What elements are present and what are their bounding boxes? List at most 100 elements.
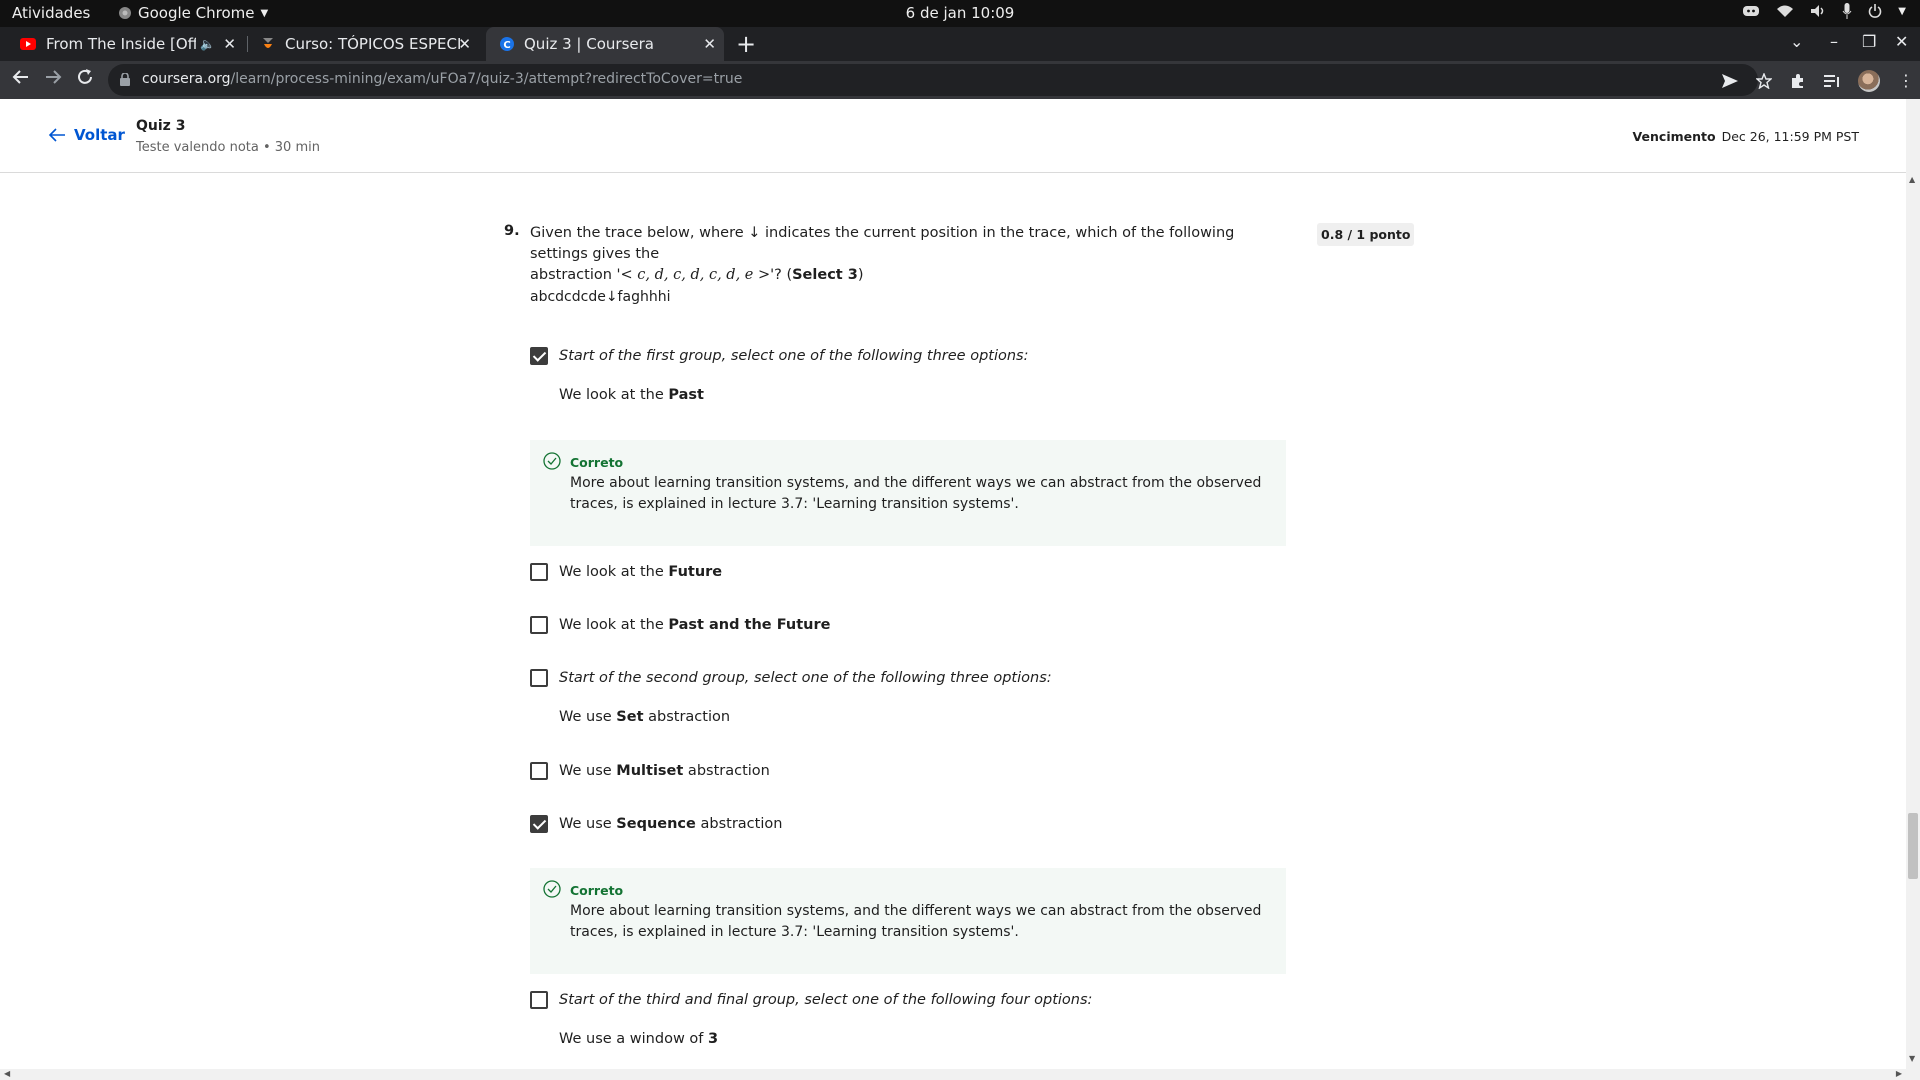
option-group3-start[interactable]: Start of the third and final group, sele… xyxy=(530,991,1092,1009)
vertical-scrollbar[interactable]: ▲ ▼ xyxy=(1906,99,1920,1069)
option-future[interactable]: We look at the Future xyxy=(530,563,722,581)
profile-avatar[interactable] xyxy=(1858,70,1880,92)
scroll-left-icon[interactable]: ◀ xyxy=(4,1069,10,1078)
quiz-header: Voltar Quiz 3 Teste valendo nota • 30 mi… xyxy=(0,99,1906,173)
checkbox-checked[interactable] xyxy=(530,347,548,365)
tab-title: From The Inside [Offici xyxy=(46,35,196,53)
option-keyword: Past xyxy=(668,387,704,403)
question-text-fragment: ) xyxy=(857,267,864,283)
system-tray[interactable]: ▼ xyxy=(1742,3,1906,19)
tab-coursera[interactable]: C Quiz 3 | Coursera ✕ xyxy=(486,27,724,61)
wifi-icon xyxy=(1777,5,1794,17)
audio-playing-icon[interactable]: 🔈 xyxy=(200,37,215,51)
question-number: 9. xyxy=(504,223,520,239)
clock[interactable]: 6 de jan 10:09 xyxy=(0,4,1920,22)
reload-icon[interactable] xyxy=(76,68,94,86)
scrollbar-thumb[interactable] xyxy=(1908,813,1918,879)
system-top-bar: Atividades Google Chrome ▼ 6 de jan 10:0… xyxy=(0,0,1920,27)
address-bar[interactable]: coursera.org/learn/process-mining/exam/u… xyxy=(108,64,1758,96)
option-text-fragment: abstraction xyxy=(643,709,731,725)
svg-text:C: C xyxy=(503,40,510,51)
close-tab-icon[interactable]: ✕ xyxy=(458,35,471,53)
option-text-fragment: We use xyxy=(559,709,617,725)
tab-youtube[interactable]: From The Inside [Offici 🔈 ✕ xyxy=(6,27,244,61)
discord-icon[interactable] xyxy=(1742,4,1760,18)
option-label: We use Sequence abstraction xyxy=(559,816,782,832)
quiz-title: Quiz 3 xyxy=(136,118,186,134)
back-arrow-icon[interactable] xyxy=(12,68,30,86)
horizontal-scrollbar[interactable]: ◀ ▶ xyxy=(0,1069,1920,1080)
abstraction-formula: < c, d, c, d, c, d, e > xyxy=(620,267,771,283)
restore-icon[interactable]: ❐ xyxy=(1862,32,1876,51)
checkbox-unchecked[interactable] xyxy=(530,616,548,634)
close-tab-icon[interactable]: ✕ xyxy=(703,35,716,53)
option-keyword: 3 xyxy=(708,1031,719,1047)
forward-arrow-icon[interactable] xyxy=(44,68,62,86)
option-keyword: Past and the Future xyxy=(668,617,831,633)
moodle-icon xyxy=(263,38,273,48)
option-multiset[interactable]: We use Multiset abstraction xyxy=(530,762,770,780)
checkbox-unchecked[interactable] xyxy=(530,669,548,687)
due-value: Dec 26, 11:59 PM PST xyxy=(1721,129,1859,144)
trace-text: abcdcdcde↓faghhhi xyxy=(530,289,671,305)
url-path: /learn/process-mining/exam/uFOa7/quiz-3/… xyxy=(230,71,743,87)
option-label: Start of the first group, select one of … xyxy=(559,348,1029,364)
checkbox-unchecked[interactable] xyxy=(530,762,548,780)
option-group1-start[interactable]: Start of the first group, select one of … xyxy=(530,347,1029,365)
option-past-text: We look at the Past xyxy=(559,387,704,403)
minimize-icon[interactable]: – xyxy=(1830,32,1838,51)
arrow-left-icon xyxy=(48,128,65,142)
caret-down-icon: ▼ xyxy=(1898,5,1906,17)
option-label: Start of the second group, select one of… xyxy=(559,670,1052,686)
microphone-icon xyxy=(1842,3,1852,19)
option-past-and-future[interactable]: We look at the Past and the Future xyxy=(530,616,830,634)
tab-strip: From The Inside [Offici 🔈 ✕ Curso: TÓPIC… xyxy=(0,27,1920,61)
option-label: We look at the Future xyxy=(559,564,722,580)
checkbox-unchecked[interactable] xyxy=(530,991,548,1009)
extensions-icon[interactable] xyxy=(1790,73,1806,89)
close-window-icon[interactable]: ✕ xyxy=(1895,32,1908,51)
scroll-down-icon[interactable]: ▼ xyxy=(1909,1054,1915,1063)
close-tab-icon[interactable]: ✕ xyxy=(223,35,236,53)
back-label: Voltar xyxy=(74,126,125,144)
quiz-subtitle: Teste valendo nota • 30 min xyxy=(136,140,320,155)
select-count: Select 3 xyxy=(792,267,858,283)
option-set-text: We use Set abstraction xyxy=(559,709,730,725)
tab-title: Quiz 3 | Coursera xyxy=(524,35,654,53)
tab-search-icon[interactable]: ⌄ xyxy=(1790,32,1803,51)
score-badge: 0.8 / 1 ponto xyxy=(1317,223,1415,246)
more-menu-icon[interactable]: ⋮ xyxy=(1898,73,1914,89)
back-button[interactable]: Voltar xyxy=(48,126,125,144)
feedback-correct: Correto More about learning transition s… xyxy=(530,868,1286,974)
option-label: We use Multiset abstraction xyxy=(559,763,770,779)
due-label: Vencimento xyxy=(1632,129,1716,144)
option-text-fragment: abstraction xyxy=(695,816,783,832)
question-text-line2: abstraction '< c, d, c, d, c, d, e >'? (… xyxy=(530,265,1290,286)
send-icon[interactable] xyxy=(1722,74,1738,88)
volume-icon xyxy=(1811,5,1824,17)
tab-moodle[interactable]: Curso: TÓPICOS ESPECIAI ✕ xyxy=(247,27,479,61)
option-label: We look at the Past and the Future xyxy=(559,617,830,633)
option-keyword: Sequence xyxy=(616,816,696,832)
option-text-fragment: We use xyxy=(559,816,617,832)
checkbox-unchecked[interactable] xyxy=(530,563,548,581)
power-icon xyxy=(1869,4,1882,18)
feedback-text: More about learning transition systems, … xyxy=(570,903,1262,940)
option-window-3-text: We use a window of 3 xyxy=(559,1031,718,1047)
due-date: Vencimento Dec 26, 11:59 PM PST xyxy=(1633,129,1859,144)
bookmark-star-icon[interactable] xyxy=(1756,73,1772,89)
new-tab-button[interactable]: + xyxy=(736,30,756,58)
option-group2-start[interactable]: Start of the second group, select one of… xyxy=(530,669,1052,687)
checkbox-checked[interactable] xyxy=(530,815,548,833)
scroll-up-icon[interactable]: ▲ xyxy=(1909,175,1915,184)
feedback-text: More about learning transition systems, … xyxy=(570,475,1262,512)
question-text: Given the trace below, where ↓ indicates… xyxy=(530,223,1290,286)
option-text-fragment: We look at the xyxy=(559,564,669,580)
scroll-right-icon[interactable]: ▶ xyxy=(1896,1069,1902,1078)
lock-icon[interactable] xyxy=(120,73,130,86)
media-queue-icon[interactable] xyxy=(1824,74,1840,88)
question-text-fragment: '? ( xyxy=(770,267,793,283)
option-sequence[interactable]: We use Sequence abstraction xyxy=(530,815,782,833)
option-label: Start of the third and final group, sele… xyxy=(559,992,1093,1008)
question-text-line1: Given the trace below, where ↓ indicates… xyxy=(530,225,1235,262)
